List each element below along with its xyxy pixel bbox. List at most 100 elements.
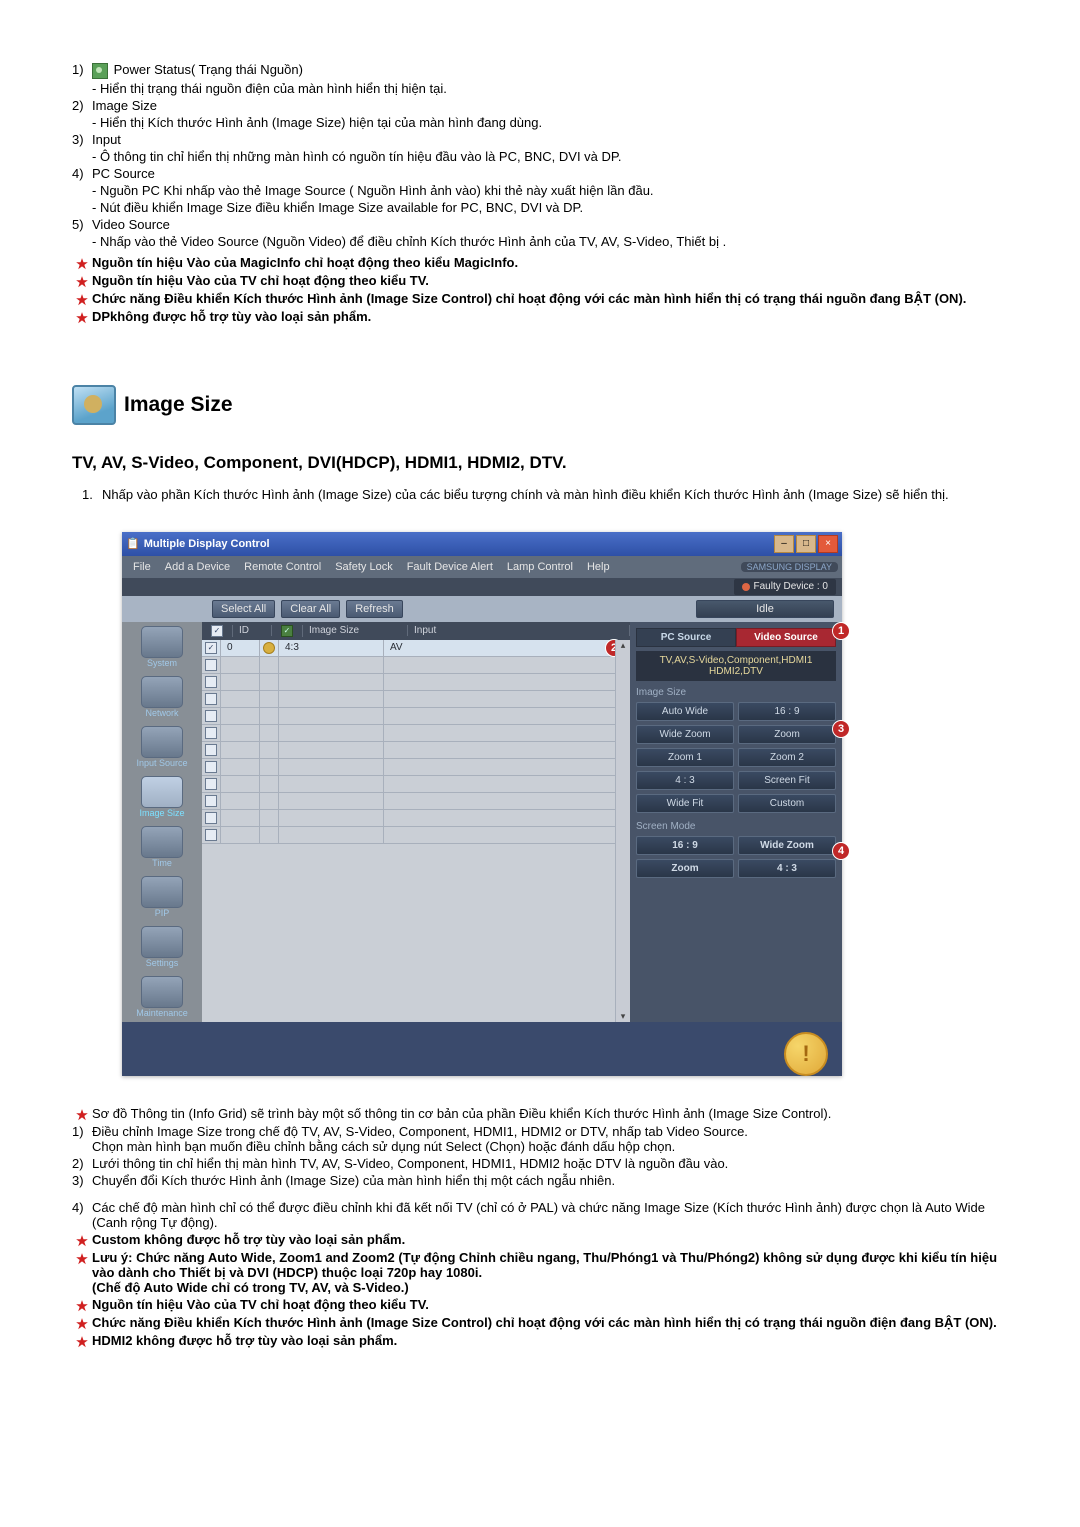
grid-row[interactable] <box>202 827 630 844</box>
top-item-3: 3) Input Ô thông tin chỉ hiển thị những … <box>72 132 1008 164</box>
btn-zoom1[interactable]: Zoom 1 <box>636 748 734 767</box>
warning-info-icon[interactable]: ! <box>784 1032 828 1076</box>
item-sub: Hiển thị trạng thái nguồn điện của màn h… <box>92 81 1008 96</box>
sidebar-item-time[interactable]: Time <box>126 824 198 872</box>
row-checkbox[interactable] <box>205 693 217 705</box>
menu-help[interactable]: Help <box>580 561 617 573</box>
menu-fault[interactable]: Fault Device Alert <box>400 561 500 573</box>
faulty-device-badge[interactable]: Faulty Device : 0 <box>734 579 836 595</box>
row-checkbox[interactable] <box>205 676 217 688</box>
scroll-up-icon[interactable]: ▴ <box>616 640 630 651</box>
btn-zoom2[interactable]: Zoom 2 <box>738 748 836 767</box>
header-power-status[interactable]: ✓ <box>272 625 303 637</box>
btn-sm-16-9[interactable]: 16 : 9 <box>636 836 734 855</box>
btn-wide-zoom[interactable]: Wide Zoom <box>636 725 734 744</box>
top-item-2: 2) Image Size Hiển thị Kích thước Hình ả… <box>72 98 1008 130</box>
clear-all-button[interactable]: Clear All <box>281 600 340 618</box>
sidebar-item-pip[interactable]: PIP <box>126 874 198 922</box>
row-checkbox[interactable] <box>205 829 217 841</box>
section-desc: 1. Nhấp vào phần Kích thước Hình ảnh (Im… <box>82 487 1008 502</box>
select-all-button[interactable]: Select All <box>212 600 275 618</box>
grid-row[interactable]: ✓ 0 4:3 AV 2 <box>202 640 630 657</box>
top-list: 1) Power Status( Trạng thái Nguồn) Hiển … <box>72 62 1008 249</box>
grid-scrollbar[interactable]: ▴ ▾ <box>615 640 630 1022</box>
app-icon: 📋 <box>126 537 140 550</box>
info-icon-row: ! <box>122 1022 842 1076</box>
refresh-button[interactable]: Refresh <box>346 600 403 618</box>
sidebar-item-system[interactable]: System <box>126 624 198 672</box>
maximize-icon[interactable]: □ <box>796 535 816 553</box>
menu-safety[interactable]: Safety Lock <box>328 561 399 573</box>
sidebar-item-network[interactable]: Network <box>126 674 198 722</box>
list-number: 1) <box>72 62 92 77</box>
menu-remote[interactable]: Remote Control <box>237 561 328 573</box>
btn-sm-zoom[interactable]: Zoom <box>636 859 734 878</box>
star-icon <box>72 255 92 271</box>
sidebar-item-maintenance[interactable]: Maintenance <box>126 974 198 1022</box>
tab-pc-source[interactable]: PC Source <box>636 628 736 647</box>
star-icon <box>72 273 92 289</box>
minimize-icon[interactable]: – <box>774 535 794 553</box>
sidebar-item-image-size[interactable]: Image Size <box>126 774 198 822</box>
footer-list: Sơ đồ Thông tin (Info Grid) sẽ trình bày… <box>72 1106 1008 1349</box>
row-checkbox[interactable] <box>205 744 217 756</box>
row-input: AV 2 <box>384 640 630 656</box>
item-title: Video Source <box>92 217 170 232</box>
btn-custom[interactable]: Custom <box>738 794 836 813</box>
btn-16-9[interactable]: 16 : 9 <box>738 702 836 721</box>
btn-zoom[interactable]: Zoom <box>738 725 836 744</box>
menu-lamp[interactable]: Lamp Control <box>500 561 580 573</box>
row-id: 0 <box>221 640 260 656</box>
header-checkbox[interactable]: ✓ <box>202 625 233 637</box>
source-info: TV,AV,S-Video,Component,HDMI1 HDMI2,DTV <box>636 651 836 681</box>
faulty-dot-icon <box>742 583 750 591</box>
grid-row[interactable] <box>202 674 630 691</box>
btn-wide-fit[interactable]: Wide Fit <box>636 794 734 813</box>
note-row: Chức năng Điều khiển Kích thước Hình ảnh… <box>72 291 1008 307</box>
section-title: Image Size <box>124 393 233 417</box>
footer-item-3: 3) Chuyển đổi Kích thước Hình ảnh (Image… <box>72 1173 1008 1188</box>
titlebar: 📋 Multiple Display Control – □ × <box>122 532 842 556</box>
tab-video-source[interactable]: Video Source <box>736 628 836 647</box>
note-row: Nguồn tín hiệu Vào của TV chỉ hoạt động … <box>72 273 1008 289</box>
btn-4-3[interactable]: 4 : 3 <box>636 771 734 790</box>
close-icon[interactable]: × <box>818 535 838 553</box>
sidebar-item-settings[interactable]: Settings <box>126 924 198 972</box>
row-checkbox[interactable] <box>205 795 217 807</box>
grid-row[interactable] <box>202 691 630 708</box>
grid-row[interactable] <box>202 759 630 776</box>
btn-auto-wide[interactable]: Auto Wide <box>636 702 734 721</box>
grid-row[interactable] <box>202 657 630 674</box>
grid-row[interactable] <box>202 725 630 742</box>
note-row: Nguồn tín hiệu Vào của TV chỉ hoạt động … <box>72 1297 1008 1313</box>
menu-file[interactable]: File <box>126 561 158 573</box>
row-checkbox[interactable] <box>205 727 217 739</box>
grid-header: ✓ ID ✓ Image Size Input <box>202 622 630 640</box>
header-image-size[interactable]: Image Size <box>303 625 408 636</box>
image-size-group-label: Image Size <box>636 687 836 698</box>
grid-row[interactable] <box>202 708 630 725</box>
scroll-down-icon[interactable]: ▾ <box>616 1011 630 1022</box>
grid-row[interactable] <box>202 776 630 793</box>
header-input[interactable]: Input <box>408 625 630 636</box>
grid-row[interactable] <box>202 810 630 827</box>
row-checkbox[interactable] <box>205 812 217 824</box>
row-checkbox[interactable]: ✓ <box>202 640 221 656</box>
btn-sm-4-3[interactable]: 4 : 3 <box>738 859 836 878</box>
row-image-size: 4:3 <box>279 640 384 656</box>
btn-screen-fit[interactable]: Screen Fit <box>738 771 836 790</box>
header-id[interactable]: ID <box>233 625 272 636</box>
window-title: Multiple Display Control <box>140 538 774 550</box>
btn-sm-wide-zoom[interactable]: Wide Zoom <box>738 836 836 855</box>
star-icon <box>72 1106 92 1122</box>
sidebar-item-input-source[interactable]: Input Source <box>126 724 198 772</box>
row-checkbox[interactable] <box>205 761 217 773</box>
menu-add-device[interactable]: Add a Device <box>158 561 237 573</box>
row-checkbox[interactable] <box>205 778 217 790</box>
row-checkbox[interactable] <box>205 710 217 722</box>
power-status-icon <box>92 63 108 79</box>
grid-row[interactable] <box>202 742 630 759</box>
star-icon <box>72 1333 92 1349</box>
row-checkbox[interactable] <box>205 659 217 671</box>
grid-row[interactable] <box>202 793 630 810</box>
